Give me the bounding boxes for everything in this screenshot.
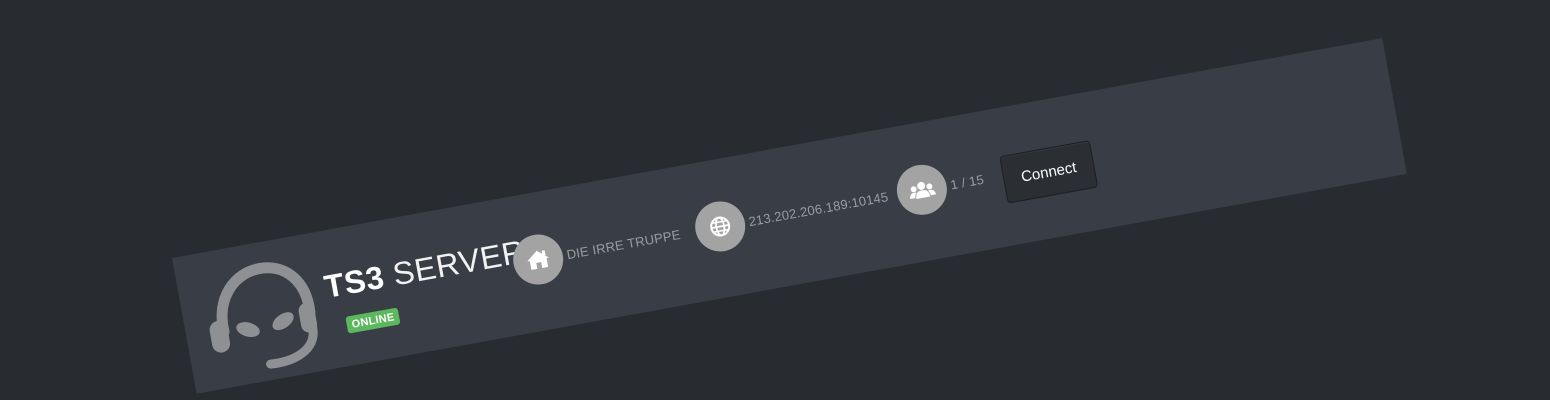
title-bold: TS3 [321,258,388,305]
status-badge: ONLINE [345,307,401,334]
home-icon [509,230,568,289]
teamspeak-headset-icon [209,262,318,369]
user-count-item: 1 / 15 [892,154,988,219]
globe-icon [691,197,750,256]
server-address[interactable]: 213.202.206.189:10145 [747,189,889,229]
server-address-item: 213.202.206.189:10145 [691,171,892,256]
page: TS3 SERVER ONLINE DIE IRRE TRUPPE 213.20… [0,0,1550,400]
server-name-item: DIE IRRE TRUPPE [509,209,685,289]
user-count: 1 / 15 [949,171,985,193]
server-name: DIE IRRE TRUPPE [565,226,682,262]
server-banner: TS3 SERVER ONLINE DIE IRRE TRUPPE 213.20… [172,38,1407,394]
page-title: TS3 SERVER [321,233,528,306]
title-light: SERVER [389,233,529,293]
users-icon [892,160,951,219]
connect-button[interactable]: Connect [999,140,1099,204]
